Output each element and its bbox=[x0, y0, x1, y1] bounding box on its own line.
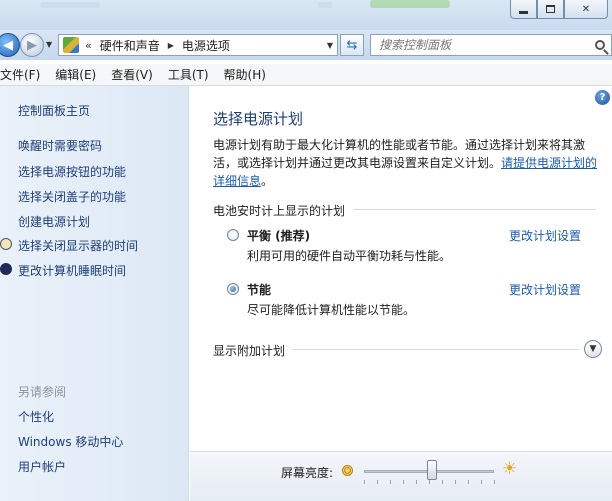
menu-bar: 文件(F) 编辑(E) 查看(V) 工具(T) 帮助(H) bbox=[0, 64, 612, 86]
plan-balanced-change-settings-link[interactable]: 更改计划设置 bbox=[509, 227, 581, 244]
see-also-heading: 另请参阅 bbox=[18, 385, 67, 399]
sidebar-control-panel-home[interactable]: 控制面板主页 bbox=[18, 102, 90, 119]
search-box[interactable] bbox=[370, 34, 612, 56]
address-bar[interactable]: « 硬件和声音 ▶ 电源选项 ▼ bbox=[58, 34, 338, 56]
show-additional-plans-label[interactable]: 显示附加计划 bbox=[213, 342, 285, 359]
see-also-user-accounts[interactable]: 用户帐户 bbox=[18, 458, 66, 475]
menu-edit[interactable]: 编辑(E) bbox=[55, 66, 103, 83]
title-bar-blur bbox=[318, 2, 332, 8]
description-end: 。 bbox=[261, 174, 274, 188]
plan-power-saver-change-settings-link[interactable]: 更改计划设置 bbox=[509, 281, 581, 298]
slider-tick bbox=[364, 480, 365, 484]
maximize-button[interactable] bbox=[537, 0, 564, 19]
slider-tick bbox=[377, 480, 378, 484]
menu-view[interactable]: 查看(V) bbox=[111, 66, 160, 83]
plan-power-saver-radio[interactable] bbox=[227, 283, 239, 295]
forward-arrow-icon: ▶ bbox=[27, 37, 37, 53]
slider-tick bbox=[390, 480, 391, 484]
expand-additional-plans-button[interactable]: ▼ bbox=[584, 340, 602, 358]
plan-balanced-radio[interactable] bbox=[227, 229, 239, 241]
slider-tick bbox=[468, 480, 469, 484]
sidebar-item-lid-close[interactable]: 选择关闭盖子的功能 bbox=[18, 188, 126, 205]
see-also-personalization[interactable]: 个性化 bbox=[18, 408, 54, 425]
recent-pages-dropdown[interactable]: ▼ bbox=[46, 40, 52, 49]
slider-tick bbox=[481, 480, 482, 484]
minimize-button[interactable] bbox=[510, 0, 537, 19]
sidebar-item-create-plan[interactable]: 创建电源计划 bbox=[18, 213, 90, 230]
sidebar-item-power-button[interactable]: 选择电源按钮的功能 bbox=[18, 163, 126, 180]
dim-brightness-icon bbox=[342, 465, 353, 476]
menu-file[interactable]: 文件(F) bbox=[0, 66, 47, 83]
search-icon[interactable] bbox=[595, 40, 605, 50]
menu-tools[interactable]: 工具(T) bbox=[168, 66, 216, 83]
brightness-slider-thumb[interactable] bbox=[426, 460, 437, 480]
slider-tick bbox=[494, 480, 495, 484]
breadcrumb-power-options[interactable]: 电源选项 bbox=[182, 37, 230, 54]
close-icon: ✕ bbox=[581, 3, 591, 15]
section-divider bbox=[293, 349, 579, 350]
title-bar-blur bbox=[370, 0, 450, 8]
bright-sun-icon: ☀ bbox=[502, 459, 518, 479]
plan-power-saver-name[interactable]: 节能 bbox=[247, 281, 271, 298]
clock-icon bbox=[0, 238, 12, 250]
maximize-icon bbox=[546, 5, 555, 13]
sidebar-item-sleep-time[interactable]: 更改计算机睡眠时间 bbox=[18, 262, 126, 279]
plan-balanced-desc: 利用可用的硬件自动平衡功耗与性能。 bbox=[247, 249, 452, 263]
main-content: ? 选择电源计划 电源计划有助于最大化计算机的性能或者节能。通过选择计划来将其激… bbox=[190, 86, 612, 451]
back-arrow-icon: ◀ bbox=[3, 37, 13, 53]
back-button[interactable]: ◀ bbox=[0, 33, 20, 57]
moon-icon bbox=[0, 263, 12, 275]
breadcrumb-overflow[interactable]: « bbox=[85, 39, 92, 52]
plan-balanced-name[interactable]: 平衡 (推荐) bbox=[247, 227, 310, 244]
close-button[interactable]: ✕ bbox=[564, 0, 608, 19]
menu-help[interactable]: 帮助(H) bbox=[224, 66, 273, 83]
slider-tick bbox=[429, 480, 430, 484]
breadcrumb-hardware-sound[interactable]: 硬件和声音 bbox=[100, 37, 160, 54]
page-description: 电源计划有助于最大化计算机的性能或者节能。通过选择计划来将其激活，或选择计划并通… bbox=[213, 136, 605, 190]
title-bar-blur bbox=[40, 2, 100, 8]
window-controls: ✕ bbox=[510, 0, 608, 19]
plans-section-title: 电池安时计上显示的计划 bbox=[213, 204, 346, 218]
address-row: ◀ ▶ ▼ « 硬件和声音 ▶ 电源选项 ▼ ⇆ bbox=[0, 30, 612, 60]
sidebar: 控制面板主页 唤醒时需要密码 选择电源按钮的功能 选择关闭盖子的功能 创建电源计… bbox=[0, 86, 189, 501]
title-bar: ✕ bbox=[0, 0, 612, 30]
slider-tick bbox=[442, 480, 443, 484]
see-also-mobility-center[interactable]: Windows 移动中心 bbox=[18, 433, 123, 450]
minimize-icon bbox=[519, 10, 528, 14]
sidebar-item-wake-password[interactable]: 唤醒时需要密码 bbox=[18, 137, 102, 154]
brightness-label: 屏幕亮度: bbox=[281, 466, 334, 480]
search-input[interactable] bbox=[379, 38, 579, 52]
slider-tick bbox=[403, 480, 404, 484]
chevron-down-icon: ▼ bbox=[589, 344, 597, 354]
breadcrumb-separator-icon[interactable]: ▶ bbox=[168, 41, 174, 50]
refresh-button[interactable]: ⇆ bbox=[340, 34, 364, 56]
help-icon[interactable]: ? bbox=[595, 90, 610, 105]
slider-tick bbox=[416, 480, 417, 484]
slider-tick bbox=[455, 480, 456, 484]
forward-button[interactable]: ▶ bbox=[20, 33, 44, 57]
plan-power-saver-desc: 尽可能降低计算机性能以节能。 bbox=[247, 303, 416, 317]
refresh-icon: ⇆ bbox=[346, 37, 358, 53]
control-panel-icon bbox=[63, 37, 79, 53]
section-divider bbox=[354, 209, 596, 210]
address-dropdown-icon[interactable]: ▼ bbox=[327, 41, 333, 50]
page-title: 选择电源计划 bbox=[213, 110, 304, 128]
brightness-bar: 屏幕亮度: ☀ bbox=[190, 451, 612, 501]
sidebar-item-display-off[interactable]: 选择关闭显示器的时间 bbox=[18, 237, 138, 254]
